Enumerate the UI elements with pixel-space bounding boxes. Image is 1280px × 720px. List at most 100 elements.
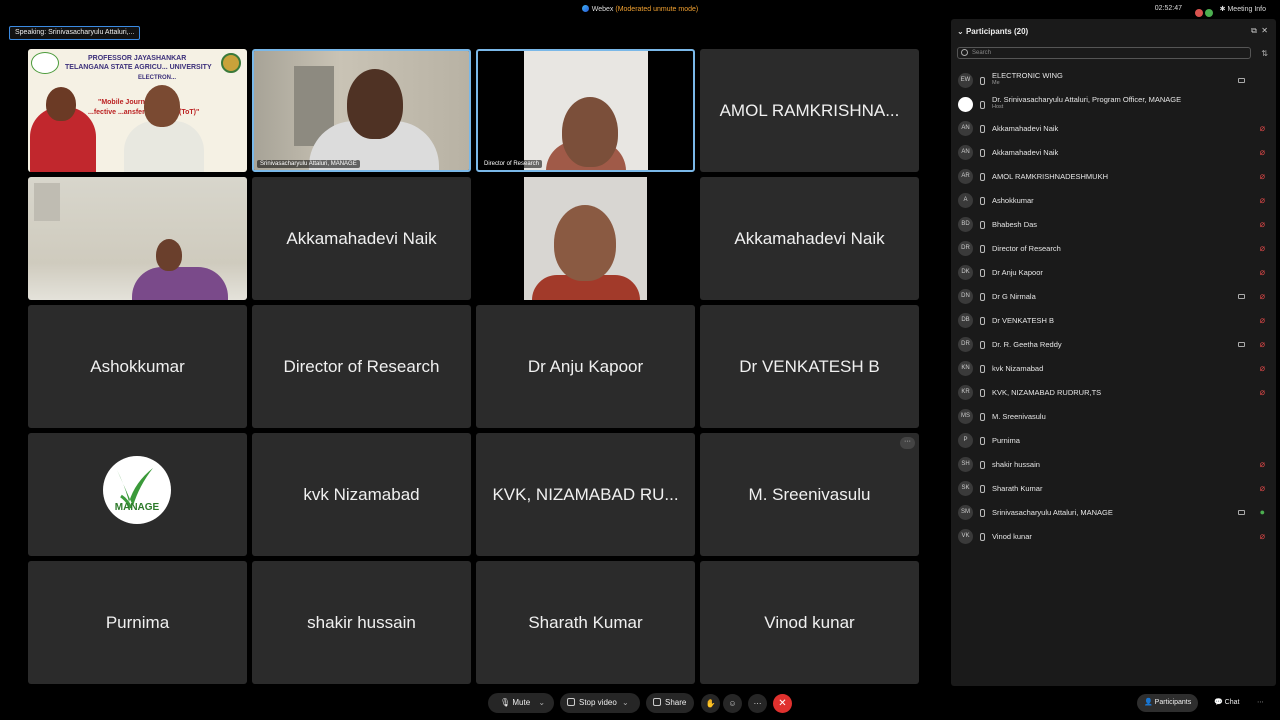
participant-name: Srinivasacharyulu Attaluri, MANAGE xyxy=(992,508,1113,517)
avatar: DN xyxy=(958,289,973,304)
search-input[interactable]: Search xyxy=(957,47,1251,59)
participant-row[interactable]: P Purnima xyxy=(957,429,1271,453)
participant-tile-name: Ashokkumar xyxy=(90,356,185,376)
participant-row[interactable]: DB Dr VENKATESH B ⌀ xyxy=(957,309,1271,333)
microphone-icon xyxy=(979,77,985,85)
participant-name: Sharath Kumar xyxy=(992,484,1043,493)
reactions-button[interactable]: ☺ xyxy=(723,694,742,713)
chat-tab[interactable]: 💬 Chat xyxy=(1207,694,1246,712)
person-face xyxy=(562,97,618,167)
participant-tile-name: Dr VENKATESH B xyxy=(739,356,880,376)
participant-tile[interactable]: Dr VENKATESH B xyxy=(700,305,919,428)
microphone-icon xyxy=(979,101,985,109)
chevron-down-icon[interactable]: ⌄ xyxy=(622,698,629,707)
participant-row[interactable]: KR KVK, NIZAMABAD RUDRUR,TS ⌀ xyxy=(957,381,1271,405)
participant-tile-name: AMOL RAMKRISHNA... xyxy=(719,100,900,120)
participant-tile[interactable]: Vinod kunar xyxy=(700,561,919,684)
participant-row[interactable]: AN Akkamahadevi Naik ⌀ xyxy=(957,117,1271,141)
participant-role: Host xyxy=(992,104,1004,110)
participant-row[interactable]: DR Dr. R. Geetha Reddy ⌀ xyxy=(957,333,1271,357)
microphone-icon xyxy=(979,485,985,493)
muted-mic-icon: ⌀ xyxy=(1259,147,1265,157)
participant-row[interactable]: AR AMOL RAMKRISHNADESHMUKH ⌀ xyxy=(957,165,1271,189)
share-button[interactable]: Share xyxy=(646,693,694,713)
participant-tile[interactable]: Dr Anju Kapoor xyxy=(476,305,695,428)
tile-name-label: Srinivasacharyulu Attaluri, MANAGE xyxy=(257,160,360,168)
participant-row[interactable]: A Ashokkumar ⌀ xyxy=(957,189,1271,213)
raise-hand-button[interactable]: ✋ xyxy=(701,694,720,713)
participant-tile[interactable]: kvk Nizamabad xyxy=(252,433,471,556)
participant-row[interactable]: SK Sharath Kumar ⌀ xyxy=(957,477,1271,501)
participant-name: kvk Nizamabad xyxy=(992,364,1044,373)
video-tile-srinivasacharyulu[interactable]: Srinivasacharyulu Attaluri, MANAGE xyxy=(252,49,471,172)
person-face xyxy=(347,69,403,139)
participant-name: Akkamahadevi Naik xyxy=(992,148,1059,157)
panel-actions: ⧉ ✕ xyxy=(1251,26,1268,36)
participant-tile[interactable]: Ashokkumar xyxy=(28,305,247,428)
microphone-icon: 🎙 xyxy=(500,698,511,707)
participant-tile[interactable]: M. Sreenivasulu xyxy=(700,433,919,556)
participant-tile[interactable]: Akkamahadevi Naik xyxy=(700,177,919,300)
muted-mic-icon: ⌀ xyxy=(1259,219,1265,229)
avatar: AN xyxy=(958,121,973,136)
microphone-icon xyxy=(979,245,985,253)
participant-tile[interactable]: Director of Research xyxy=(252,305,471,428)
meeting-info-button[interactable]: ✱ Meeting Info xyxy=(1220,5,1266,13)
participant-tile-name: Akkamahadevi Naik xyxy=(734,228,885,248)
avatar: P xyxy=(958,433,973,448)
stop-video-button[interactable]: Stop video ⌄ xyxy=(560,693,640,713)
participants-tab[interactable]: 👤 Participants xyxy=(1137,694,1199,712)
more-options-button[interactable]: ⋯ xyxy=(748,694,767,713)
participant-row[interactable]: Dr. Srinivasacharyulu Attaluri, Program … xyxy=(957,93,1271,117)
microphone-icon xyxy=(979,293,985,301)
participant-name: Ashokkumar xyxy=(992,196,1034,205)
camera-icon xyxy=(567,698,575,706)
avatar: DK xyxy=(958,265,973,280)
video-tile-director-of-research[interactable]: Director of Research xyxy=(476,49,695,172)
mute-button[interactable]: 🎙 Mute ⌄ xyxy=(488,693,554,713)
close-icon: ✕ xyxy=(778,698,787,709)
muted-mic-icon: ⌀ xyxy=(1259,387,1265,397)
microphone-icon xyxy=(979,437,985,445)
video-tile-participant[interactable] xyxy=(476,177,695,300)
sort-icon[interactable]: ⇅ xyxy=(1261,49,1268,58)
close-icon[interactable]: ✕ xyxy=(1261,26,1268,35)
participant-tile-name: Vinod kunar xyxy=(764,612,855,632)
participant-row[interactable]: BD Bhabesh Das ⌀ xyxy=(957,213,1271,237)
participant-tile[interactable]: KVK, NIZAMABAD RU... xyxy=(476,433,695,556)
participant-tile[interactable]: Sharath Kumar xyxy=(476,561,695,684)
participant-row[interactable]: EW ELECTRONIC WING Me xyxy=(957,69,1271,93)
end-call-button[interactable]: ✕ xyxy=(773,694,792,713)
participant-name: Purnima xyxy=(992,436,1020,445)
participant-row[interactable]: SH shakir hussain ⌀ xyxy=(957,453,1271,477)
avatar: MS xyxy=(958,409,973,424)
meeting-info-label: Meeting Info xyxy=(1227,6,1266,13)
participants-header[interactable]: ⌄ Participants (20) xyxy=(957,27,1028,36)
participant-row[interactable]: DR Director of Research ⌀ xyxy=(957,237,1271,261)
participant-row[interactable]: SM Srinivasacharyulu Attaluri, MANAGE ● xyxy=(957,501,1271,525)
panel-more-button[interactable]: ⋯ xyxy=(1250,694,1271,712)
participant-row[interactable]: DN Dr G Nirmala ⌀ xyxy=(957,285,1271,309)
participant-tile[interactable]: Akkamahadevi Naik xyxy=(252,177,471,300)
participant-row[interactable]: DK Dr Anju Kapoor ⌀ xyxy=(957,261,1271,285)
chevron-down-icon[interactable]: ⌄ xyxy=(538,698,545,707)
muted-mic-icon: ⌀ xyxy=(1259,123,1265,133)
wall-frame xyxy=(34,183,60,221)
participant-name: Dr Anju Kapoor xyxy=(992,268,1043,277)
video-tile-room[interactable] xyxy=(28,177,247,300)
more-icon: ⋯ xyxy=(1257,699,1264,706)
participant-tile[interactable]: AMOL RAMKRISHNA... xyxy=(700,49,919,172)
participant-tile-logo[interactable]: MANAGE xyxy=(28,433,247,556)
popout-icon[interactable]: ⧉ xyxy=(1251,26,1257,35)
participant-name: ELECTRONIC WING xyxy=(992,71,1063,80)
participant-row[interactable]: MS M. Sreenivasulu xyxy=(957,405,1271,429)
participant-row[interactable]: KN kvk Nizamabad ⌀ xyxy=(957,357,1271,381)
participant-row[interactable]: VK Vinod kunar ⌀ xyxy=(957,525,1271,549)
participant-tile[interactable]: shakir hussain xyxy=(252,561,471,684)
tile-more-options-button[interactable]: ··· xyxy=(900,437,915,449)
participant-row[interactable]: AN Akkamahadevi Naik ⌀ xyxy=(957,141,1271,165)
participant-tile-name: Purnima xyxy=(105,612,170,632)
video-tile-shared-banner[interactable]: PROFESSOR JAYASHANKAR TELANGANA STATE AG… xyxy=(28,49,247,172)
participant-tile[interactable]: Purnima xyxy=(28,561,247,684)
participant-name: Dr G Nirmala xyxy=(992,292,1036,301)
